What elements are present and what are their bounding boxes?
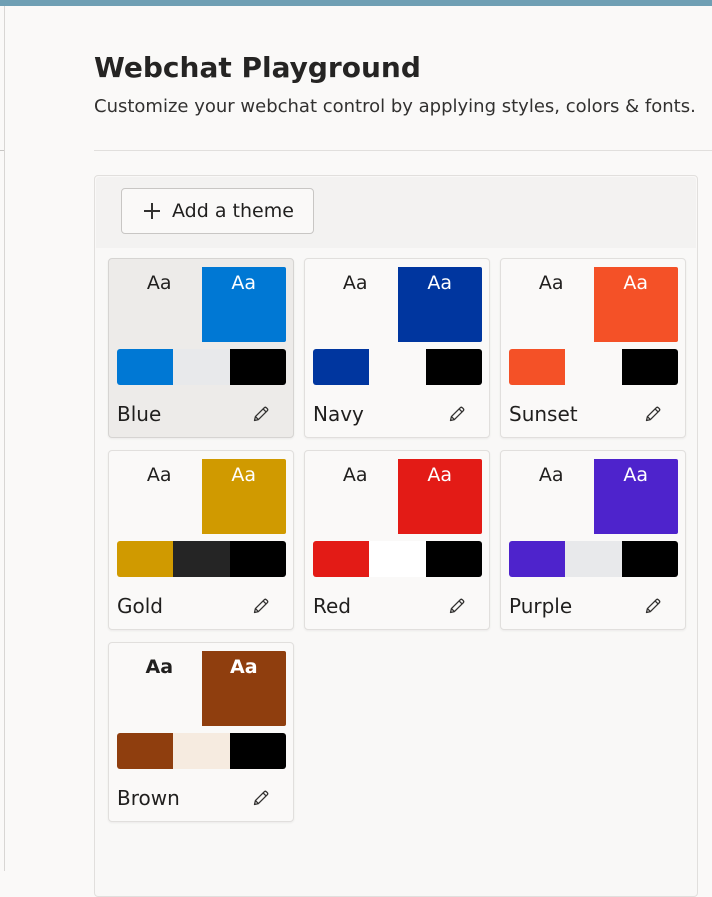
pencil-icon[interactable] — [643, 404, 663, 424]
color-swatch-1 — [117, 349, 174, 385]
pencil-icon[interactable] — [251, 788, 271, 808]
preview-label: Aa — [231, 272, 257, 294]
theme-card-blue[interactable]: Aa Aa Blue — [108, 258, 294, 438]
preview-label: Aa — [427, 272, 453, 294]
color-swatch-1 — [509, 349, 566, 385]
plus-icon — [144, 203, 160, 219]
preview-accent-half: Aa — [593, 267, 678, 342]
pencil-icon[interactable] — [251, 404, 271, 424]
theme-name: Brown — [117, 786, 180, 810]
color-swatch-1 — [509, 541, 566, 577]
preview-light-half: Aa — [509, 267, 594, 342]
preview-label: Aa — [146, 272, 172, 294]
top-accent-bar — [0, 0, 712, 6]
pencil-icon[interactable] — [447, 596, 467, 616]
color-swatch-3 — [425, 541, 482, 577]
theme-name: Gold — [117, 594, 163, 618]
theme-preview: Aa Aa — [509, 459, 678, 534]
color-swatch-2 — [173, 349, 230, 385]
preview-label: Aa — [538, 464, 564, 486]
add-theme-label: Add a theme — [172, 200, 294, 222]
page-title: Webchat Playground — [94, 51, 421, 84]
theme-preview: Aa Aa — [313, 267, 482, 342]
color-swatch-3 — [425, 349, 482, 385]
color-swatch-2 — [369, 541, 426, 577]
color-swatches — [117, 541, 286, 577]
preview-label: Aa — [427, 464, 453, 486]
theme-card-sunset[interactable]: Aa Aa Sunset — [500, 258, 686, 438]
preview-label: Aa — [231, 464, 257, 486]
preview-label: Aa — [229, 656, 258, 678]
theme-card-brown[interactable]: Aa Aa Brown — [108, 642, 294, 822]
preview-accent-half: Aa — [201, 651, 286, 726]
color-swatch-1 — [313, 349, 370, 385]
theme-card-gold[interactable]: Aa Aa Gold — [108, 450, 294, 630]
preview-accent-half: Aa — [397, 459, 482, 534]
left-rail-tick — [0, 150, 4, 151]
theme-name: Sunset — [509, 402, 578, 426]
preview-label: Aa — [146, 464, 172, 486]
preview-light-half: Aa — [313, 267, 398, 342]
theme-preview: Aa Aa — [117, 267, 286, 342]
color-swatch-1 — [117, 733, 174, 769]
add-theme-button[interactable]: Add a theme — [121, 188, 314, 234]
preview-label: Aa — [342, 464, 368, 486]
theme-name: Navy — [313, 402, 364, 426]
preview-accent-half: Aa — [201, 459, 286, 534]
color-swatch-3 — [229, 733, 286, 769]
color-swatches — [117, 733, 286, 769]
pencil-icon[interactable] — [251, 596, 271, 616]
color-swatch-2 — [565, 349, 622, 385]
left-rail-divider — [4, 6, 5, 871]
theme-name: Red — [313, 594, 351, 618]
pencil-icon[interactable] — [447, 404, 467, 424]
preview-label: Aa — [538, 272, 564, 294]
preview-accent-half: Aa — [397, 267, 482, 342]
theme-card-navy[interactable]: Aa Aa Navy — [304, 258, 490, 438]
preview-label: Aa — [342, 272, 368, 294]
preview-light-half: Aa — [313, 459, 398, 534]
color-swatch-1 — [313, 541, 370, 577]
preview-label: Aa — [623, 464, 649, 486]
color-swatch-3 — [229, 349, 286, 385]
color-swatch-2 — [173, 541, 230, 577]
preview-light-half: Aa — [117, 651, 202, 726]
color-swatches — [117, 349, 286, 385]
preview-accent-half: Aa — [201, 267, 286, 342]
pencil-icon[interactable] — [643, 596, 663, 616]
color-swatch-2 — [173, 733, 230, 769]
color-swatch-3 — [621, 541, 678, 577]
theme-name: Blue — [117, 402, 162, 426]
color-swatches — [313, 349, 482, 385]
preview-accent-half: Aa — [593, 459, 678, 534]
theme-preview: Aa Aa — [117, 651, 286, 726]
color-swatch-3 — [621, 349, 678, 385]
preview-light-half: Aa — [117, 267, 202, 342]
themes-toolbar: Add a theme — [96, 177, 696, 248]
theme-preview: Aa Aa — [117, 459, 286, 534]
theme-card-red[interactable]: Aa Aa Red — [304, 450, 490, 630]
color-swatches — [509, 541, 678, 577]
color-swatches — [509, 349, 678, 385]
preview-light-half: Aa — [509, 459, 594, 534]
color-swatch-1 — [117, 541, 174, 577]
preview-label: Aa — [623, 272, 649, 294]
page-subtitle: Customize your webchat control by applyi… — [94, 96, 696, 117]
preview-label: Aa — [145, 656, 174, 678]
preview-light-half: Aa — [117, 459, 202, 534]
theme-name: Purple — [509, 594, 573, 618]
theme-preview: Aa Aa — [313, 459, 482, 534]
color-swatch-2 — [369, 349, 426, 385]
header-divider — [94, 150, 712, 151]
color-swatches — [313, 541, 482, 577]
color-swatch-3 — [229, 541, 286, 577]
theme-card-purple[interactable]: Aa Aa Purple — [500, 450, 686, 630]
theme-preview: Aa Aa — [509, 267, 678, 342]
color-swatch-2 — [565, 541, 622, 577]
